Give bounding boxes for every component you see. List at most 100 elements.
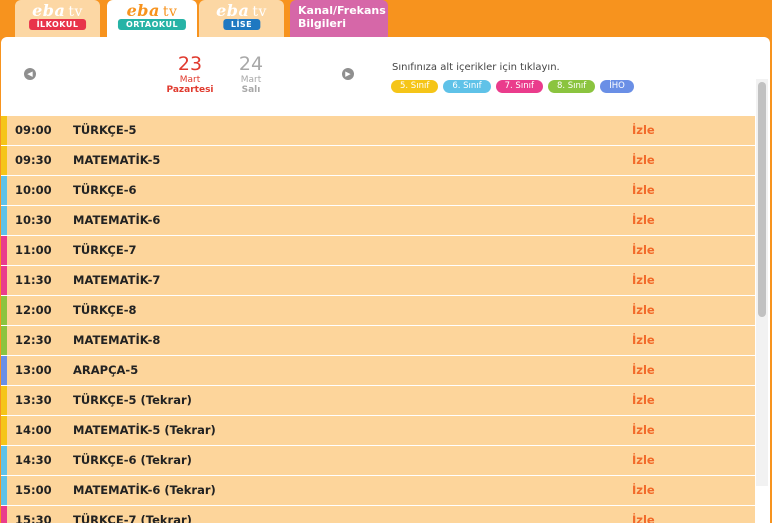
watch-link[interactable]: İzle xyxy=(632,386,655,415)
day-name: Salı xyxy=(241,85,261,95)
tab-ortaokul[interactable]: eba tv ORTAOKUL xyxy=(107,0,197,37)
watch-link[interactable]: İzle xyxy=(632,266,655,295)
grade-color-stripe xyxy=(1,176,7,205)
day-month: Mart xyxy=(240,75,262,85)
schedule-title: ARAPÇA-5 xyxy=(73,363,139,377)
watch-link[interactable]: İzle xyxy=(632,296,655,325)
schedule-list: 09:00 TÜRKÇE-5 İzle 09:30 MATEMATİK-5 İzle 10:… xyxy=(1,116,755,523)
watch-link[interactable]: İzle xyxy=(632,356,655,385)
schedule-time: 15:30 xyxy=(15,513,52,523)
grade-color-stripe xyxy=(1,326,7,355)
tab-ilkokul[interactable]: eba tv İLKOKUL xyxy=(15,0,100,37)
schedule-title: TÜRKÇE-5 (Tekrar) xyxy=(73,393,192,407)
day-selector-23[interactable]: 23 Mart Pazartesi xyxy=(155,53,225,95)
schedule-title: MATEMATİK-6 (Tekrar) xyxy=(73,483,216,497)
day-number: 23 xyxy=(177,53,203,75)
grade-color-stripe xyxy=(1,146,7,175)
day-number: 24 xyxy=(238,53,264,75)
schedule-time: 11:00 xyxy=(15,243,52,257)
grade-filters: 5. Sınıf 6. Sınıf 7. Sınıf 8. Sınıf İHO xyxy=(391,80,639,94)
schedule-title: TÜRKÇE-7 (Tekrar) xyxy=(73,513,192,523)
watch-link[interactable]: İzle xyxy=(632,176,655,205)
schedule-time: 10:30 xyxy=(15,213,52,227)
eba-tv-logo: eba tv xyxy=(216,1,267,20)
schedule-time: 09:00 xyxy=(15,123,52,137)
schedule-title: TÜRKÇE-7 xyxy=(73,243,137,257)
filter-grade-5[interactable]: 5. Sınıf xyxy=(391,80,439,93)
filter-grade-6[interactable]: 6. Sınıf xyxy=(443,80,491,93)
schedule-time: 10:00 xyxy=(15,183,52,197)
watch-link[interactable]: İzle xyxy=(632,236,655,265)
prev-day-arrow-icon[interactable]: ◀ xyxy=(24,68,36,80)
filter-grade-8[interactable]: 8. Sınıf xyxy=(547,80,596,93)
schedule-row[interactable]: 13:30 TÜRKÇE-5 (Tekrar) İzle xyxy=(1,386,755,415)
schedule-row[interactable]: 14:00 MATEMATİK-5 (Tekrar) İzle xyxy=(1,416,755,445)
schedule-title: TÜRKÇE-5 xyxy=(73,123,137,137)
watch-link[interactable]: İzle xyxy=(632,506,655,523)
schedule-time: 14:00 xyxy=(15,423,52,437)
schedule-time: 12:00 xyxy=(15,303,52,317)
schedule-row[interactable]: 10:30 MATEMATİK-6 İzle xyxy=(1,206,755,235)
tab-badge-lise: LİSE xyxy=(222,19,261,30)
schedule-row[interactable]: 09:00 TÜRKÇE-5 İzle xyxy=(1,116,755,145)
tab-badge-ortaokul: ORTAOKUL xyxy=(117,19,187,30)
schedule-title: MATEMATİK-5 xyxy=(73,153,161,167)
level-tabs: eba tv İLKOKUL eba tv ORTAOKUL eba tv LİSE … xyxy=(0,0,772,37)
grade-color-stripe xyxy=(1,206,7,235)
schedule-panel: ◀ 23 Mart Pazartesi 24 Mart Salı ▶ Sınıf… xyxy=(1,37,770,523)
grade-color-stripe xyxy=(1,446,7,475)
grade-color-stripe xyxy=(1,386,7,415)
schedule-title: TÜRKÇE-6 xyxy=(73,183,137,197)
schedule-row[interactable]: 14:30 TÜRKÇE-6 (Tekrar) İzle xyxy=(1,446,755,475)
schedule-row[interactable]: 10:00 TÜRKÇE-6 İzle xyxy=(1,176,755,205)
schedule-title: MATEMATİK-6 xyxy=(73,213,161,227)
schedule-title: MATEMATİK-7 xyxy=(73,273,161,287)
watch-link[interactable]: İzle xyxy=(632,206,655,235)
next-day-arrow-icon[interactable]: ▶ xyxy=(342,68,354,80)
watch-link[interactable]: İzle xyxy=(632,416,655,445)
schedule-row[interactable]: 09:30 MATEMATİK-5 İzle xyxy=(1,146,755,175)
schedule-row[interactable]: 12:30 MATEMATİK-8 İzle xyxy=(1,326,755,355)
filter-grade-7[interactable]: 7. Sınıf xyxy=(495,80,543,93)
schedule-row[interactable]: 15:30 TÜRKÇE-7 (Tekrar) İzle xyxy=(1,506,755,523)
schedule-header: ◀ 23 Mart Pazartesi 24 Mart Salı ▶ Sınıf… xyxy=(1,37,770,114)
schedule-row[interactable]: 12:00 TÜRKÇE-8 İzle xyxy=(1,296,755,325)
schedule-title: MATEMATİK-8 xyxy=(73,333,161,347)
tab-kanal-frekans-label: Kanal/Frekans Bilgileri xyxy=(298,4,386,30)
schedule-time: 11:30 xyxy=(15,273,52,287)
schedule-title: TÜRKÇE-8 xyxy=(73,303,137,317)
watch-link[interactable]: İzle xyxy=(632,326,655,355)
watch-link[interactable]: İzle xyxy=(632,146,655,175)
schedule-time: 15:00 xyxy=(15,483,52,497)
scrollbar-thumb[interactable] xyxy=(758,82,766,317)
day-name: Pazartesi xyxy=(166,85,214,95)
tab-lise[interactable]: eba tv LİSE xyxy=(199,0,284,37)
tab-badge-ilkokul: İLKOKUL xyxy=(28,19,87,30)
watch-link[interactable]: İzle xyxy=(632,116,655,145)
schedule-time: 14:30 xyxy=(15,453,52,467)
schedule-row[interactable]: 13:00 ARAPÇA-5 İzle xyxy=(1,356,755,385)
day-month: Mart xyxy=(179,75,201,85)
grade-color-stripe xyxy=(1,506,7,523)
eba-tv-logo: eba tv xyxy=(32,1,83,20)
grade-filter-hint: Sınıfınıza alt içerikler için tıklayın. xyxy=(392,62,560,73)
watch-link[interactable]: İzle xyxy=(632,446,655,475)
schedule-row[interactable]: 15:00 MATEMATİK-6 (Tekrar) İzle xyxy=(1,476,755,505)
schedule-row[interactable]: 11:00 TÜRKÇE-7 İzle xyxy=(1,236,755,265)
tab-kanal-frekans[interactable]: Kanal/Frekans Bilgileri xyxy=(290,0,388,37)
schedule-time: 13:30 xyxy=(15,393,52,407)
grade-color-stripe xyxy=(1,296,7,325)
grade-color-stripe xyxy=(1,476,7,505)
schedule-row[interactable]: 11:30 MATEMATİK-7 İzle xyxy=(1,266,755,295)
grade-color-stripe xyxy=(1,236,7,265)
grade-color-stripe xyxy=(1,116,7,145)
schedule-title: TÜRKÇE-6 (Tekrar) xyxy=(73,453,192,467)
eba-tv-logo: eba tv xyxy=(126,1,178,20)
watch-link[interactable]: İzle xyxy=(632,476,655,505)
grade-color-stripe xyxy=(1,266,7,295)
grade-color-stripe xyxy=(1,356,7,385)
day-selector-24[interactable]: 24 Mart Salı xyxy=(216,53,286,95)
schedule-time: 09:30 xyxy=(15,153,52,167)
filter-iho[interactable]: İHO xyxy=(600,80,634,93)
schedule-title: MATEMATİK-5 (Tekrar) xyxy=(73,423,216,437)
